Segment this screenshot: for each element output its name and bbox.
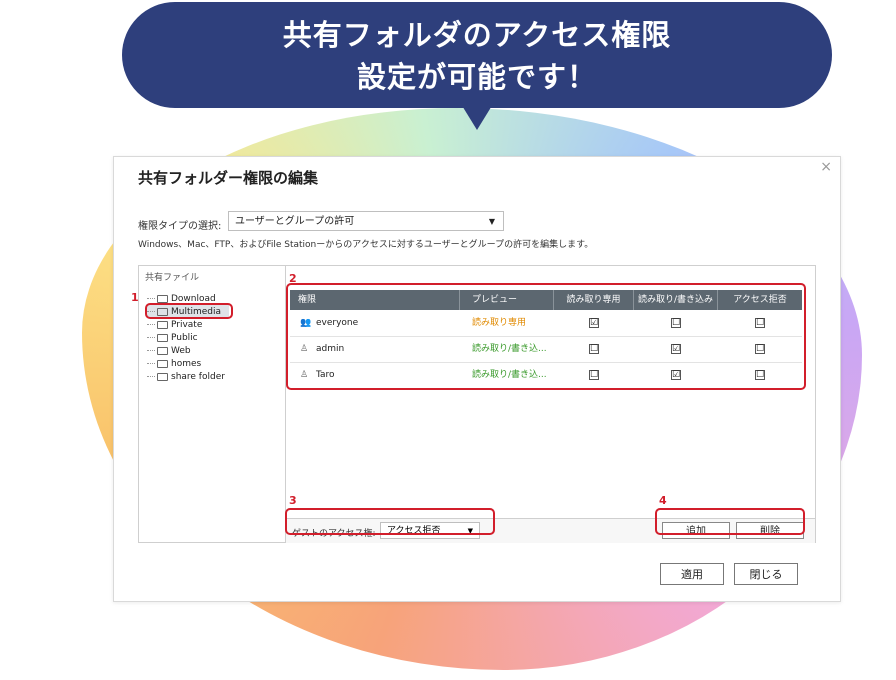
column-header-read-only: 読み取り専用 — [554, 290, 634, 310]
permission-panel: 共有ファイル Download Multimedia Private Publi… — [138, 265, 816, 543]
table-bottom-bar: ゲストのアクセス権: アクセス拒否 ▼ 追加 削除 — [286, 518, 815, 543]
read-write-checkbox[interactable]: ☑ — [671, 343, 681, 354]
close-button[interactable]: 閉じる — [734, 563, 798, 585]
read-only-checkbox[interactable]: ☑ — [589, 317, 599, 328]
annotation-number-4: 4 — [659, 494, 667, 507]
read-only-checkbox[interactable]: ☐ — [589, 369, 599, 380]
folder-icon — [157, 307, 168, 316]
tree-item-label: share folder — [171, 371, 225, 382]
tree-item-share-folder[interactable]: share folder — [147, 370, 225, 383]
tree-header: 共有ファイル — [145, 273, 200, 283]
tree-item-label: Public — [171, 332, 198, 343]
folder-icon — [157, 333, 168, 342]
tree-item-label: Multimedia — [171, 306, 222, 317]
annotation-number-2: 2 — [289, 272, 297, 285]
column-header-read-write: 読み取り/書き込み — [634, 290, 718, 310]
folder-icon — [157, 372, 168, 381]
permission-table-area: 権限 プレビュー 読み取り専用 読み取り/書き込み アクセス拒否 👥 everyo… — [286, 266, 815, 543]
table-row: ♙ Taro 読み取り/書き込... ☐ ☑ ☐ — [290, 362, 802, 389]
guest-access-select[interactable]: アクセス拒否 ▼ — [380, 522, 480, 539]
row-preview: 読み取り/書き込... — [472, 370, 547, 380]
tree-item-label: Download — [171, 293, 216, 304]
guest-access-label: ゲストのアクセス権: — [292, 529, 376, 539]
column-header-deny: アクセス拒否 — [733, 295, 787, 305]
tree-item-homes[interactable]: homes — [147, 357, 201, 370]
delete-button[interactable]: 削除 — [736, 522, 804, 539]
row-user-name: admin — [316, 344, 345, 354]
annotation-number-3: 3 — [289, 494, 297, 507]
add-button[interactable]: 追加 — [662, 522, 730, 539]
tree-item-public[interactable]: Public — [147, 331, 198, 344]
tree-item-label: homes — [171, 358, 202, 369]
tree-item-web[interactable]: Web — [147, 344, 191, 357]
tree-item-download[interactable]: Download — [147, 292, 216, 305]
group-icon: 👥 — [300, 318, 312, 328]
deny-checkbox[interactable]: ☐ — [755, 369, 765, 380]
row-user-name: everyone — [316, 318, 359, 328]
folder-icon — [157, 346, 168, 355]
read-write-checkbox[interactable]: ☑ — [671, 369, 681, 380]
chevron-down-icon: ▼ — [467, 527, 473, 535]
user-icon: ♙ — [300, 344, 309, 354]
folder-icon — [157, 359, 168, 368]
close-icon[interactable]: × — [820, 159, 832, 175]
permission-type-select[interactable]: ユーザーとグループの許可 ▼ — [228, 211, 504, 231]
row-preview: 読み取り/書き込... — [472, 344, 547, 354]
share-folder-tree: 共有ファイル Download Multimedia Private Publi… — [139, 266, 286, 542]
dialog-description: Windows、Mac、FTP、およびFile Stationーからのアクセスに… — [138, 240, 594, 250]
tree-item-label: Web — [171, 345, 191, 356]
annotation-number-1: 1 — [131, 291, 139, 304]
column-header-permission: 権限 — [290, 290, 460, 310]
table-row: 👥 everyone 読み取り専用 ☑ ☐ ☐ — [290, 310, 802, 337]
folder-icon — [157, 320, 168, 329]
row-user-name: Taro — [316, 370, 335, 380]
column-header-preview: プレビュー — [460, 290, 554, 310]
speech-bubble-tail — [461, 104, 493, 130]
guest-access-value: アクセス拒否 — [387, 526, 441, 536]
read-only-checkbox[interactable]: ☐ — [589, 343, 599, 354]
user-icon: ♙ — [300, 370, 309, 380]
folder-icon — [157, 294, 168, 303]
tree-item-private[interactable]: Private — [147, 318, 202, 331]
deny-checkbox[interactable]: ☐ — [755, 317, 765, 328]
row-preview: 読み取り専用 — [472, 318, 527, 328]
read-write-checkbox[interactable]: ☐ — [671, 317, 681, 328]
banner-headline: 共有フォルダのアクセス権限 設定が可能です！ — [282, 18, 672, 94]
deny-checkbox[interactable]: ☐ — [755, 343, 765, 354]
dialog-title: 共有フォルダー権限の編集 — [138, 169, 319, 187]
chevron-down-icon: ▼ — [488, 217, 495, 226]
apply-button[interactable]: 適用 — [660, 563, 724, 585]
table-header: 権限 プレビュー 読み取り専用 読み取り/書き込み アクセス拒否 — [290, 290, 802, 310]
tree-item-label: Private — [171, 319, 203, 330]
table-row: ♙ admin 読み取り/書き込... ☐ ☑ ☐ — [290, 336, 802, 363]
permission-type-value: ユーザーとグループの許可 — [235, 216, 355, 227]
tree-item-multimedia[interactable]: Multimedia — [147, 305, 229, 318]
permission-type-label: 権限タイプの選択: — [138, 221, 222, 232]
edit-share-permission-dialog: 共有フォルダー権限の編集 × 権限タイプの選択: ユーザーとグループの許可 ▼ … — [113, 156, 841, 602]
